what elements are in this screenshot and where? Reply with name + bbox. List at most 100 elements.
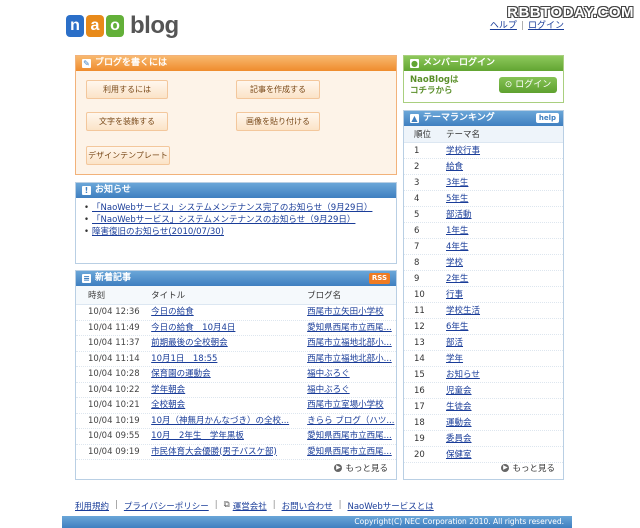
footer-link-contact[interactable]: お問い合わせ [282,500,333,512]
ranking-row: 10 行事 [404,287,563,303]
ranking-more-link[interactable]: ▶ もっと見る [501,462,555,474]
create-post-button[interactable]: 記事を作成する [236,80,320,99]
theme-link[interactable]: 部活 [446,335,563,350]
post-row: 10/04 09:55 10月 2年生 学年黒板 愛知県西尾市立西尾... [76,429,396,445]
post-blog-link[interactable]: 福中ぶろぐ [307,367,396,382]
help-link[interactable]: ヘルプ [490,21,517,31]
more-label: もっと見る [512,464,555,474]
ranking-row: 12 6年生 [404,319,563,335]
design-template-button[interactable]: デザインテンプレート [86,146,170,165]
post-title-link[interactable]: 学年朝会 [151,383,307,398]
post-row: 10/04 11:49 今日の給食 10月4日 愛知県西尾市立西尾... [76,321,396,336]
post-row: 10/04 10:19 10月（神無月かんなづき）の全校... きらら ブログ（ハツ… [76,414,396,429]
rank-number: 17 [414,402,425,412]
theme-link[interactable]: 保健室 [446,447,563,462]
login-button[interactable]: ⊙ ログイン [499,77,557,93]
more-label: もっと見る [345,464,388,474]
theme-link[interactable]: 委員会 [446,431,563,446]
login-button-label: ログイン [515,80,552,90]
footer-link-about[interactable]: NaoWebサービスとは [347,500,433,512]
pencil-icon: ✎ [82,59,91,68]
news-link[interactable]: 「NaoWebサービス」システムメンテナンスのお知らせ（9月29日） [92,215,355,225]
ranking-row: 17 生徒会 [404,399,563,415]
post-blog-link[interactable]: 西尾市立福地北部小... [307,336,396,351]
rank-number: 7 [414,242,420,252]
post-title-link[interactable]: 前期最後の全校朝会 [151,336,307,351]
write-blog-panel: ✎ ブログを書くには 利用するには 記事を作成する 文字を装飾する 画像を貼り付… [75,55,397,175]
footer-link-company[interactable]: 運営会社 [233,500,267,512]
rss-button[interactable]: RSS [368,273,390,284]
paste-image-button[interactable]: 画像を貼り付ける [236,112,320,131]
new-posts-title: 新着記事 [95,273,132,283]
arrow-circle-icon: ▶ [334,464,343,472]
rank-number: 6 [414,226,420,236]
post-blog-link[interactable]: 愛知県西尾市立西尾... [307,429,396,444]
post-title-link[interactable]: 今日の給食 [151,305,307,320]
key-icon: ⊙ [504,80,516,90]
post-title-link[interactable]: 市民体育大会優勝(男子バスケ部) [151,445,307,460]
theme-link[interactable]: 給食 [446,159,563,174]
post-title-link[interactable]: 10月 2年生 学年黒板 [151,429,307,444]
theme-link[interactable]: 児童会 [446,383,563,398]
rank-number: 10 [414,290,425,300]
post-title-link[interactable]: 全校朝会 [151,398,307,413]
rank-number: 2 [414,162,420,172]
theme-link[interactable]: 6年生 [446,319,563,334]
post-blog-link[interactable]: 西尾市立福地北部小... [307,352,396,367]
post-title-link[interactable]: 保育園の運動会 [151,367,307,382]
theme-link[interactable]: 部活動 [446,207,563,222]
post-blog-link[interactable]: 愛知県西尾市立西尾... [307,321,396,336]
list-icon: ≡ [82,274,91,283]
post-title-link[interactable]: 10月1日 18:55 [151,352,307,367]
theme-link[interactable]: 行事 [446,287,563,302]
theme-link[interactable]: 学校 [446,255,563,270]
theme-link[interactable]: 2年生 [446,271,563,286]
news-link[interactable]: 「NaoWebサービス」システムメンテナンス完了のお知らせ（9月29日） [92,203,372,213]
theme-link[interactable]: 学校生活 [446,303,563,318]
theme-link[interactable]: 1年生 [446,223,563,238]
post-row: 10/04 11:14 10月1日 18:55 西尾市立福地北部小... [76,352,396,367]
theme-link[interactable]: 学校行事 [446,143,563,158]
theme-link[interactable]: 生徒会 [446,399,563,414]
rank-number: 19 [414,434,425,444]
theme-link[interactable]: 4年生 [446,239,563,254]
news-item: 「NaoWebサービス」システムメンテナンスのお知らせ（9月29日） [84,214,390,226]
post-blog-link[interactable]: 西尾市立室場小学校 [307,398,396,413]
theme-link[interactable]: 運動会 [446,415,563,430]
post-time: 10/04 09:19 [88,446,140,457]
ranking-row: 11 学校生活 [404,303,563,319]
member-login-header: ● メンバーログイン [404,56,563,71]
footer-link-terms[interactable]: 利用規約 [75,500,109,512]
logo-letter: n [66,15,84,37]
post-blog-link[interactable]: 愛知県西尾市立西尾... [307,445,396,460]
footer-link-privacy[interactable]: プライバシーポリシー [124,500,209,512]
post-row: 10/04 12:36 今日の給食 西尾市立矢田小学校 [76,305,396,321]
decorate-text-button[interactable]: 文字を装飾する [86,112,168,131]
new-posts-more-link[interactable]: ▶ もっと見る [334,462,388,474]
logo-letter: a [86,15,104,37]
how-to-use-button[interactable]: 利用するには [86,80,168,99]
theme-link[interactable]: 5年生 [446,191,563,206]
column-title: タイトル [151,291,186,301]
login-link[interactable]: ログイン [528,21,564,31]
theme-ranking-header: ▲ テーマランキング help [404,111,563,126]
ranking-row: 18 運動会 [404,415,563,431]
ranking-row: 3 3年生 [404,175,563,191]
post-title-link[interactable]: 今日の給食 10月4日 [151,321,307,336]
column-blog: ブログ名 [307,291,342,301]
user-icon: ● [410,59,419,68]
post-blog-link[interactable]: 福中ぶろぐ [307,383,396,398]
member-login-panel: ● メンバーログイン NaoBlogは コチラから ⊙ ログイン [403,55,564,103]
help-button[interactable]: help [535,113,559,123]
theme-link[interactable]: お知らせ [446,367,563,382]
post-blog-link[interactable]: 西尾市立矢田小学校 [307,305,396,320]
theme-link[interactable]: 3年生 [446,175,563,190]
post-blog-link[interactable]: きらら ブログ（ハツ... [307,414,396,429]
post-title-link[interactable]: 10月（神無月かんなづき）の全校... [151,414,307,429]
theme-link[interactable]: 学年 [446,351,563,366]
news-link[interactable]: 障害復旧のお知らせ(2010/07/30) [92,227,224,237]
post-time: 10/04 11:37 [88,338,140,348]
rank-number: 18 [414,418,425,428]
naoblog-logo[interactable]: n a o blog [66,12,179,40]
separator: | [272,500,276,510]
